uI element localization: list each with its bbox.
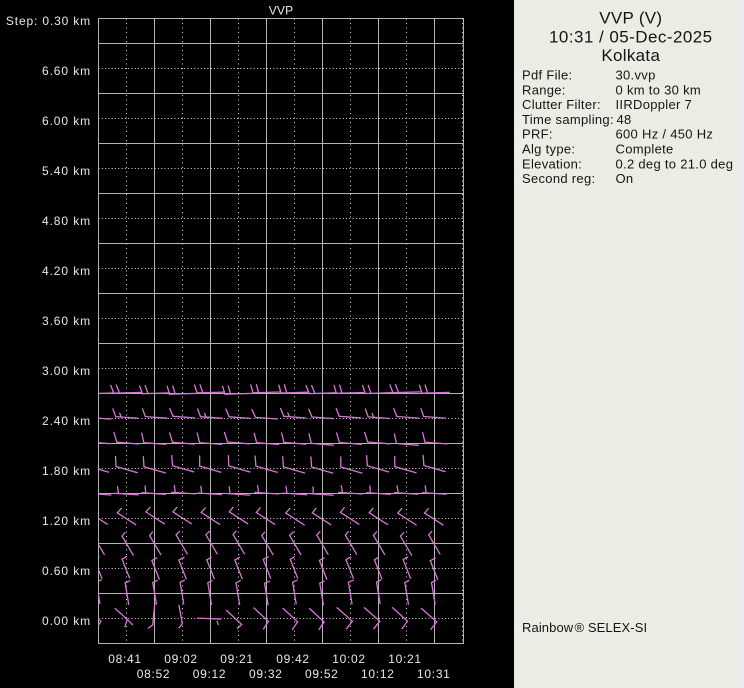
- svg-text:Second reg:: Second reg:: [522, 171, 595, 186]
- svg-text:10:02: 10:02: [332, 652, 366, 666]
- svg-text:600 Hz / 450 Hz: 600 Hz / 450 Hz: [616, 127, 714, 142]
- svg-text:6.00 km: 6.00 km: [42, 114, 91, 128]
- svg-text:0 km to 30 km: 0 km to 30 km: [616, 82, 702, 97]
- svg-text:IIRDoppler 7: IIRDoppler 7: [616, 97, 693, 112]
- svg-text:0.60 km: 0.60 km: [42, 564, 91, 578]
- svg-text:48: 48: [617, 112, 632, 127]
- svg-text:Elevation:: Elevation:: [522, 156, 582, 171]
- svg-text:09:52: 09:52: [305, 667, 339, 681]
- svg-text:Rainbow ® SELEX-SI: Rainbow ® SELEX-SI: [522, 620, 647, 635]
- svg-text:Alg type:: Alg type:: [522, 142, 575, 157]
- svg-text:Clutter Filter:: Clutter Filter:: [522, 97, 601, 112]
- svg-text:08:41: 08:41: [108, 652, 142, 666]
- svg-text:10:21: 10:21: [388, 652, 422, 666]
- svg-text:4.80 km: 4.80 km: [42, 214, 91, 228]
- svg-text:10:12: 10:12: [361, 667, 395, 681]
- svg-text:09:12: 09:12: [193, 667, 227, 681]
- svg-text:5.40 km: 5.40 km: [42, 164, 91, 178]
- svg-text:09:02: 09:02: [164, 652, 198, 666]
- svg-text:09:42: 09:42: [276, 652, 310, 666]
- svg-text:0.2 deg to 21.0 deg: 0.2 deg to 21.0 deg: [616, 156, 734, 171]
- svg-text:Pdf File:: Pdf File:: [522, 68, 572, 83]
- svg-text:PRF:: PRF:: [522, 127, 553, 142]
- svg-text:08:52: 08:52: [137, 667, 171, 681]
- svg-text:30.vvp: 30.vvp: [616, 68, 656, 83]
- svg-text:3.60 km: 3.60 km: [42, 314, 91, 328]
- svg-text:3.00 km: 3.00 km: [42, 364, 91, 378]
- svg-text:2.40 km: 2.40 km: [42, 414, 91, 428]
- svg-text:6.60 km: 6.60 km: [42, 64, 91, 78]
- svg-text:VVP: VVP: [269, 4, 294, 18]
- svg-text:0.00 km: 0.00 km: [42, 614, 91, 628]
- svg-text:Time sampling:: Time sampling:: [522, 112, 614, 127]
- svg-text:09:21: 09:21: [220, 652, 254, 666]
- svg-text:Step: 0.30 km: Step: 0.30 km: [6, 14, 91, 28]
- svg-text:1.80 km: 1.80 km: [42, 464, 91, 478]
- svg-text:1.20 km: 1.20 km: [42, 514, 91, 528]
- svg-text:4.20 km: 4.20 km: [42, 264, 91, 278]
- svg-text:10:31: 10:31: [417, 667, 451, 681]
- svg-text:10:31 / 05-Dec-2025: 10:31 / 05-Dec-2025: [549, 27, 713, 46]
- svg-text:Range:: Range:: [522, 82, 566, 97]
- svg-text:Complete: Complete: [616, 142, 674, 157]
- svg-text:VVP (V): VVP (V): [599, 9, 662, 28]
- svg-text:09:32: 09:32: [249, 667, 283, 681]
- svg-text:Kolkata: Kolkata: [601, 46, 660, 65]
- svg-text:On: On: [616, 171, 634, 186]
